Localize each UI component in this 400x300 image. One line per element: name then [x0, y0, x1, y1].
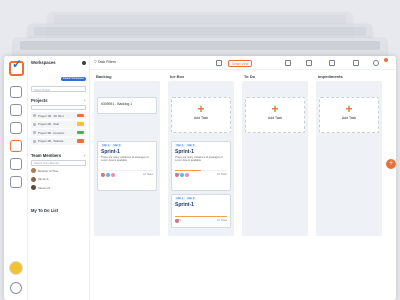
sprint-card[interactable]: Mar 1 Mar 3 Sprint-1 100% 10 Tasks: [171, 194, 231, 228]
list-view-icon[interactable]: [306, 60, 312, 66]
dashboard-icon[interactable]: [10, 86, 22, 98]
column-title-todo: To Do: [244, 74, 256, 79]
sprint-card[interactable]: Mar 1 Mar 3 Sprint-1 There are many varia…: [97, 141, 157, 191]
add-project-icon[interactable]: +: [84, 98, 86, 103]
project-icon: [33, 131, 36, 134]
team-icon[interactable]: [10, 122, 22, 134]
share-icon[interactable]: [353, 60, 359, 66]
progress-bar: [101, 169, 153, 172]
default-workspace-tag: Default Workspace: [60, 76, 86, 81]
project-item[interactable]: Project 1B - 3D Shot: [31, 112, 86, 119]
member-avatar: [31, 168, 36, 173]
member-item[interactable]: Steven M.: [31, 184, 86, 191]
topbar: ▽ Task Filters Smart View: [90, 56, 396, 70]
project-icon: [33, 114, 36, 117]
project-badge: [77, 139, 84, 143]
member-avatar: [31, 176, 36, 182]
add-task-icebox[interactable]: + Add Task: [171, 97, 231, 133]
column-title-icebox: Ice Box: [170, 74, 185, 79]
workspace-settings-icon[interactable]: [82, 60, 86, 65]
add-task-impediments[interactable]: + Add Task: [319, 97, 379, 133]
plus-icon: +: [271, 102, 279, 116]
sprint-card[interactable]: Mar 1 Mar 3 Sprint-1 There are many varia…: [171, 141, 231, 191]
bell-icon[interactable]: [373, 60, 379, 66]
team-title: Team Members: [31, 152, 62, 158]
progress-bar: [175, 215, 227, 217]
project-icon: [33, 139, 36, 143]
task-filter[interactable]: ▽ Task Filters: [94, 60, 116, 64]
workspace-select[interactable]: Select Project: [31, 86, 86, 92]
team-search-input[interactable]: Search Team Member: [31, 159, 86, 166]
column-title-backlog: Backlog: [96, 74, 112, 79]
chart-icon[interactable]: [10, 158, 22, 170]
workspace-title: Workspaces: [31, 60, 56, 65]
project-item[interactable]: Project 4B - Website: [31, 137, 86, 145]
add-task-todo[interactable]: + Add Task: [245, 97, 305, 133]
user-avatar[interactable]: [9, 261, 23, 275]
trend-icon[interactable]: [329, 60, 335, 66]
project-item[interactable]: Project 3B - Dynamic: [31, 129, 86, 136]
member-item[interactable]: Member of Time: [31, 167, 86, 174]
clock-icon[interactable]: [10, 104, 22, 116]
notification-badge: [384, 58, 388, 62]
calendar-icon[interactable]: [285, 60, 291, 66]
check-icon: ✓: [12, 57, 23, 71]
grid-view-icon[interactable]: [216, 60, 222, 66]
project-badge: [77, 130, 84, 135]
backlog-card[interactable]: #305951 - Backlog 1: [97, 97, 157, 114]
project-item[interactable]: Project 2B - Web: [31, 120, 86, 128]
todo-title[interactable]: My To Do List: [31, 208, 58, 213]
project-badge: [77, 113, 84, 118]
plus-icon: +: [197, 102, 205, 116]
document-icon[interactable]: [10, 176, 22, 188]
smart-view-button[interactable]: Smart View: [228, 60, 253, 67]
icon-rail: ✓: [4, 56, 28, 300]
sidebar: Workspaces Default Workspace Select Proj…: [28, 56, 90, 300]
board-main: ▽ Task Filters Smart View Backlog Ice Bo…: [90, 56, 396, 300]
project-search-input[interactable]: [31, 105, 86, 110]
plus-icon: +: [345, 102, 353, 116]
add-column-button[interactable]: +: [386, 159, 396, 169]
app-window: ✓ Workspaces Default Workspace Select Pr…: [4, 56, 396, 300]
add-member-icon[interactable]: +: [84, 153, 86, 158]
power-icon[interactable]: [10, 282, 22, 294]
app-logo[interactable]: ✓: [9, 57, 24, 76]
board-icon[interactable]: [10, 140, 22, 152]
project-badge: [77, 122, 84, 126]
project-icon: [33, 122, 36, 126]
projects-title: Projects: [31, 98, 48, 103]
progress-bar: [175, 169, 227, 172]
column-title-impediments: Impediments: [318, 74, 343, 79]
member-item[interactable]: Simon A.: [31, 176, 86, 183]
member-avatar: [31, 185, 36, 190]
